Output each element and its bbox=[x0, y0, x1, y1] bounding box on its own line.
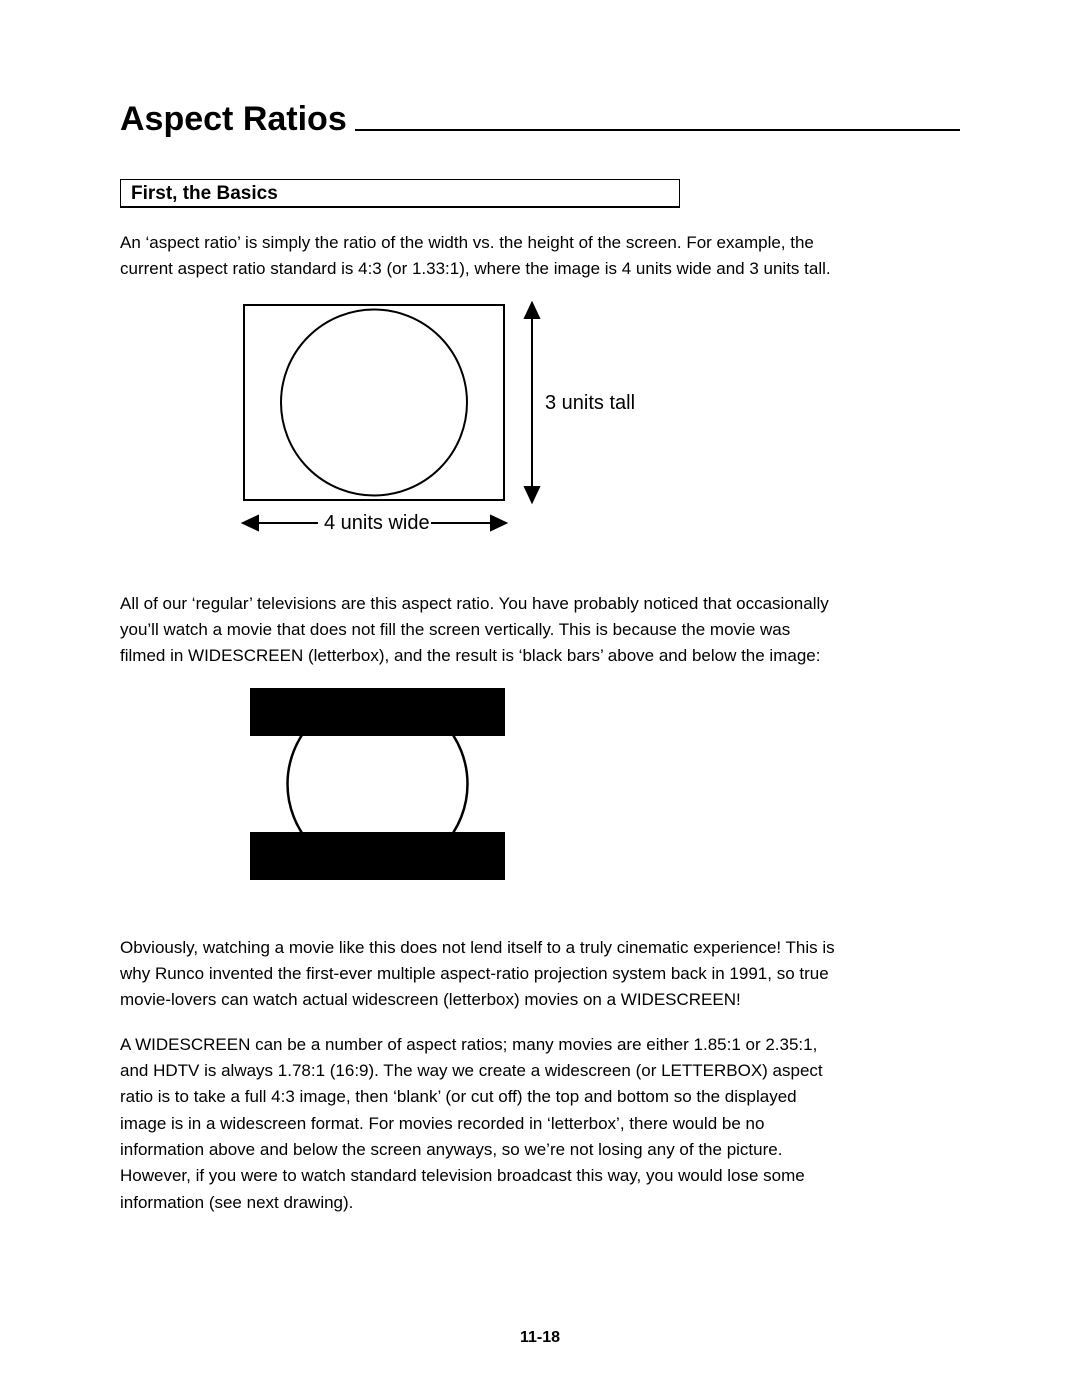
page-title: Aspect Ratios bbox=[120, 100, 355, 139]
section-heading: First, the Basics bbox=[120, 179, 680, 208]
letterbox-diagram bbox=[250, 688, 505, 880]
paragraph-3: Obviously, watching a movie like this do… bbox=[120, 935, 840, 1014]
title-rule bbox=[355, 129, 960, 131]
paragraph-4: A WIDESCREEN can be a number of aspect r… bbox=[120, 1032, 840, 1216]
diagram-width-label: 4 units wide bbox=[324, 512, 430, 534]
aspect-ratio-diagram: 3 units tall 4 units wide bbox=[240, 301, 800, 561]
diagram-height-label: 3 units tall bbox=[545, 392, 635, 414]
page-title-row: Aspect Ratios bbox=[120, 100, 960, 139]
page-number: 11-18 bbox=[0, 1329, 1080, 1347]
paragraph-1: An ‘aspect ratio’ is simply the ratio of… bbox=[120, 230, 840, 283]
paragraph-2: All of our ‘regular’ televisions are thi… bbox=[120, 591, 840, 670]
